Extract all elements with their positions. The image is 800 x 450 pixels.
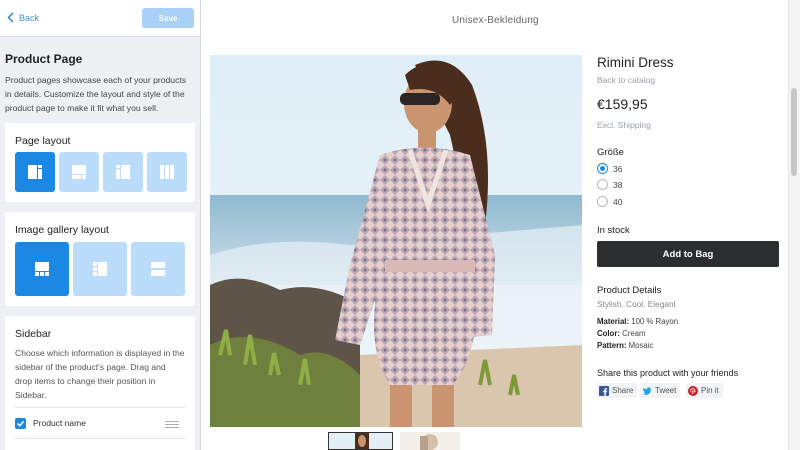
gallery-thumbs-left-icon <box>93 262 107 276</box>
spec-key: Pattern: <box>597 341 627 350</box>
product-name: Rimini Dress <box>597 55 674 70</box>
page-layout-option-1[interactable] <box>15 152 55 192</box>
layout-image-top-icon <box>72 165 86 179</box>
share-label: Pin it <box>701 386 719 395</box>
gallery-stacked-icon <box>151 262 165 276</box>
back-label: Back <box>19 12 40 23</box>
gallery-layout-option-3[interactable] <box>131 242 185 296</box>
sidebar-item-label: Product name <box>33 418 86 428</box>
spec-value: Mosaic <box>628 341 654 350</box>
gallery-layout-option-2[interactable] <box>73 242 127 296</box>
scrollbar[interactable] <box>788 0 800 450</box>
section-description: Product pages showcase each of your prod… <box>5 75 187 113</box>
product-details-heading: Product Details <box>597 285 662 296</box>
spec-key: Material: <box>597 317 630 326</box>
size-label: Größe <box>597 147 624 158</box>
spec-material: Material: 100 % Rayon <box>597 317 678 326</box>
size-option-36[interactable]: 36 <box>597 163 622 174</box>
thumbnail-photo <box>400 432 460 450</box>
layout-columns-icon <box>160 165 174 179</box>
product-details-subtitle: Stylish. Cool. Elegant <box>597 299 676 309</box>
page-layout-card: Page layout <box>5 123 195 202</box>
gallery-layout-option-1[interactable] <box>15 242 69 296</box>
add-to-bag-button[interactable]: Add to Bag <box>597 241 779 267</box>
size-radio[interactable] <box>597 179 608 190</box>
page-layout-title: Page layout <box>15 135 71 147</box>
sidebar-card: Sidebar Choose which information is disp… <box>5 316 195 450</box>
share-label: Share <box>612 386 634 395</box>
scrollbar-thumb[interactable] <box>791 88 797 176</box>
sidebar-item-product-name[interactable]: Product name <box>15 407 185 439</box>
share-heading: Share this product with your friends <box>597 368 739 378</box>
product-page-intro: Product Page Product pages showcase each… <box>0 37 200 115</box>
share-label: Tweet <box>655 386 677 395</box>
size-option-label: 40 <box>613 196 623 207</box>
pinterest-icon <box>688 385 698 396</box>
thumbnail-photo <box>329 433 392 449</box>
spec-value: Cream <box>622 329 646 338</box>
spec-color: Color: Cream <box>597 329 646 338</box>
save-button[interactable]: Save <box>142 8 194 28</box>
stock-status: In stock <box>597 225 630 236</box>
twitter-icon <box>642 386 652 395</box>
size-option-38[interactable]: 38 <box>597 179 622 190</box>
gallery-layout-title: Image gallery layout <box>15 224 109 236</box>
chevron-left-icon <box>7 12 14 23</box>
drag-handle-icon[interactable] <box>165 421 179 428</box>
product-name-checkbox[interactable] <box>15 417 26 429</box>
product-thumbnail-2[interactable] <box>400 432 460 450</box>
facebook-icon <box>599 385 609 396</box>
editor-panel: Back Save Product Page Product pages sho… <box>0 0 201 450</box>
gallery-thumbs-bottom-icon <box>35 262 49 276</box>
section-title: Product Page <box>5 52 83 66</box>
layout-image-left-icon <box>28 165 42 179</box>
page-layout-option-3[interactable] <box>103 152 143 192</box>
size-option-40[interactable]: 40 <box>597 196 622 207</box>
page-layout-option-4[interactable] <box>147 152 187 192</box>
product-main-image[interactable] <box>210 55 582 427</box>
pinterest-share-button[interactable]: Pin it <box>686 383 723 398</box>
editor-topbar: Back Save <box>0 0 200 37</box>
back-button[interactable]: Back <box>7 12 39 23</box>
size-radio[interactable] <box>597 196 608 207</box>
page-layout-option-2[interactable] <box>59 152 99 192</box>
back-to-catalog-link[interactable]: Back to catalog <box>597 75 655 85</box>
checkmark-icon <box>16 420 25 427</box>
facebook-share-button[interactable]: Share <box>597 383 638 398</box>
product-photo <box>210 55 582 427</box>
product-price: €159,95 <box>597 96 648 112</box>
size-option-label: 36 <box>613 163 623 174</box>
twitter-share-button[interactable]: Tweet <box>640 383 681 398</box>
layout-image-right-icon <box>116 165 130 179</box>
spec-value: 100 % Rayon <box>631 317 679 326</box>
sidebar-title: Sidebar <box>15 328 52 340</box>
gallery-layout-card: Image gallery layout <box>5 212 195 306</box>
size-option-label: 38 <box>613 179 623 190</box>
size-radio[interactable] <box>597 163 608 174</box>
shipping-note: Excl. Shipping <box>597 120 651 130</box>
spec-key: Color: <box>597 329 620 338</box>
store-category-title: Unisex-Bekleidung <box>452 15 539 26</box>
spec-pattern: Pattern: Mosaic <box>597 341 653 350</box>
product-thumbnail-1[interactable] <box>328 432 393 450</box>
sidebar-description: Choose which information is displayed in… <box>15 348 185 400</box>
